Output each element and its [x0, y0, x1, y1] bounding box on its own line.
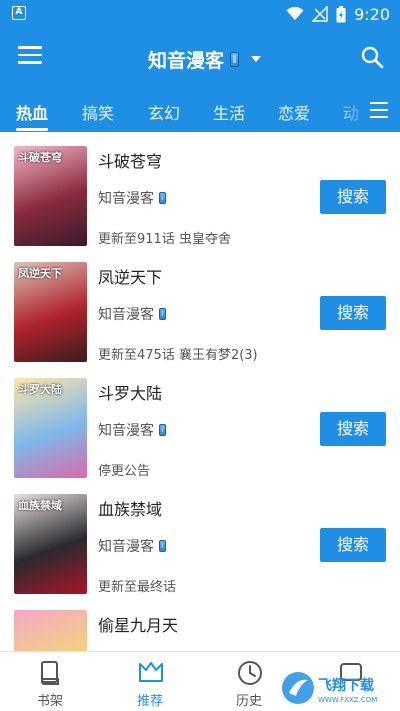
phone-icon [159, 540, 166, 552]
tab-gaoxiao[interactable]: 搞笑 [82, 100, 114, 124]
search-button[interactable]: 搜索 [320, 412, 386, 446]
clock-icon [238, 661, 262, 685]
comic-update: 更新至最终话 [98, 580, 177, 595]
comic-cover[interactable]: 斗罗大陆 [14, 378, 87, 478]
phone-icon [230, 51, 240, 67]
comic-update: 更新至475话 襄王有梦2(3) [98, 348, 258, 363]
nav-label: 推荐 [136, 694, 163, 709]
comic-title: 凤逆天下 [98, 268, 163, 287]
comic-title: 血族禁域 [98, 500, 163, 519]
tab-xuanhuan[interactable]: 玄幻 [148, 100, 180, 124]
svg-text:WWW.FXXZ.COM: WWW.FXXZ.COM [318, 696, 377, 704]
list-item[interactable]: 凤逆天下 凤逆天下 知音漫客 更新至475话 襄王有梦2(3) 搜索 [0, 248, 400, 364]
list-item[interactable]: 斗破苍穹 斗破苍穹 知音漫客 更新至911话 虫皇夺舍 搜索 [0, 132, 400, 248]
search-button[interactable]: 搜索 [320, 296, 386, 330]
search-button[interactable]: 搜索 [320, 528, 386, 562]
tab-list-icon[interactable] [360, 88, 400, 132]
comic-title: 斗罗大陆 [98, 384, 163, 403]
signal-icon [312, 6, 328, 22]
list-item[interactable]: 血族禁域 血族禁域 知音漫客 更新至最终话 搜索 [0, 480, 400, 596]
comic-source: 知音漫客 [98, 536, 166, 556]
source-selector[interactable]: 知音漫客 [148, 46, 262, 72]
comic-list: 斗破苍穹 斗破苍穹 知音漫客 更新至911话 虫皇夺舍 搜索 凤逆天下 凤逆天下… [0, 132, 400, 651]
nav-label: 书架 [36, 694, 63, 709]
svg-text:飞翔下载: 飞翔下载 [318, 677, 374, 694]
notification-app-icon: A [12, 6, 26, 20]
nav-history[interactable]: 历史 [219, 658, 279, 709]
phone-icon [159, 424, 166, 436]
nav-label: 历史 [235, 694, 262, 709]
comic-source: 知音漫客 [98, 420, 166, 440]
status-bar: A 9:20 [0, 0, 400, 28]
tab-shenghuo[interactable]: 生活 [213, 100, 245, 124]
comic-cover[interactable]: 凤逆天下 [14, 262, 87, 362]
comic-cover[interactable]: 血族禁域 [14, 494, 87, 594]
tab-rexue[interactable]: 热血 [16, 100, 48, 124]
watermark-logo: 飞翔下载 WWW.FXXZ.COM [282, 672, 377, 704]
clock-time: 9:20 [354, 4, 390, 24]
comic-source: 知音漫客 [98, 304, 166, 324]
wifi-icon [286, 7, 304, 20]
comic-update: 更新至911话 虫皇夺舍 [98, 232, 231, 247]
nav-bookshelf[interactable]: 书架 [20, 658, 80, 709]
list-item[interactable]: 偷星九月天 [0, 596, 400, 651]
list-item[interactable]: 斗罗大陆 斗罗大陆 知音漫客 停更公告 搜索 [0, 364, 400, 480]
menu-icon[interactable] [18, 46, 42, 68]
active-tab-indicator [16, 128, 48, 131]
phone-icon [159, 192, 166, 204]
comic-source: 知音漫客 [98, 188, 166, 208]
category-tabs: 热血 搞笑 玄幻 生活 恋爱 动 [0, 88, 400, 132]
search-icon[interactable] [360, 45, 384, 69]
comic-cover[interactable]: 斗破苍穹 [14, 146, 87, 246]
tab-lianai[interactable]: 恋爱 [278, 100, 310, 124]
phone-icon [159, 308, 166, 320]
comic-title: 斗破苍穹 [98, 152, 163, 171]
battery-icon [336, 5, 346, 22]
chevron-down-icon [251, 56, 262, 62]
search-button[interactable]: 搜索 [320, 180, 386, 214]
comic-update: 停更公告 [98, 464, 151, 479]
crown-icon [139, 662, 163, 682]
nav-recommend[interactable]: 推荐 [120, 658, 180, 709]
bookshelf-icon [41, 661, 59, 685]
app-bar: 知音漫客 [0, 28, 400, 88]
system-icons: 9:20 [286, 4, 390, 24]
comic-title: 偷星九月天 [98, 616, 179, 635]
app-title: 知音漫客 [148, 49, 225, 72]
comic-cover[interactable] [14, 610, 87, 651]
